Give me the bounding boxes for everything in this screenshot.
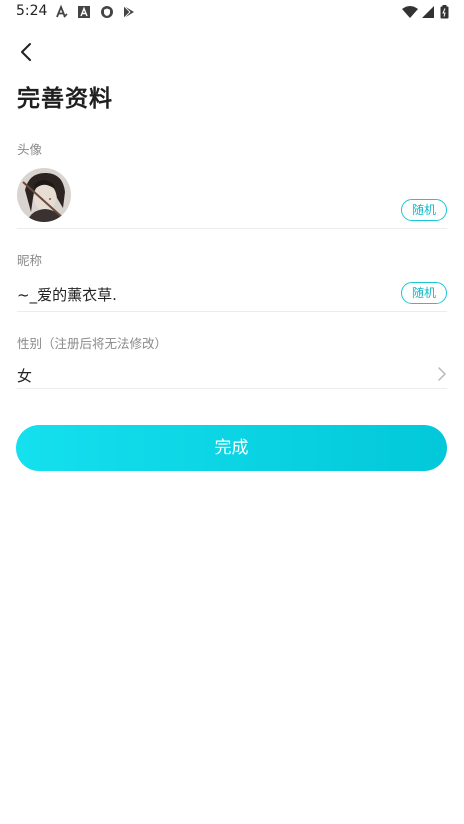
random-avatar-button[interactable]: 随机 (401, 199, 447, 221)
avatar-label: 头像 (17, 142, 43, 157)
avatar-image (17, 168, 71, 222)
divider (17, 228, 447, 229)
gender-value[interactable]: 女 (17, 365, 32, 386)
a-box-icon (78, 6, 90, 18)
wifi-icon (402, 6, 418, 18)
divider (17, 388, 447, 389)
shield-icon (101, 6, 113, 18)
play-store-icon (123, 5, 134, 19)
submit-button[interactable]: 完成 (16, 425, 447, 471)
random-nickname-button[interactable]: 随机 (401, 282, 447, 304)
divider (17, 311, 447, 312)
nickname-label: 昵称 (17, 253, 43, 268)
nickname-field[interactable]: ~_爱的薰衣草. (17, 284, 117, 305)
status-time: 5:24 (16, 3, 48, 19)
page-title: 完善资料 (17, 86, 113, 112)
back-button[interactable] (14, 40, 38, 64)
battery-icon (440, 5, 449, 19)
status-bar: 5:24 (0, 0, 464, 24)
chevron-left-icon (21, 43, 31, 61)
avatar[interactable] (17, 168, 71, 222)
a-font-icon (56, 5, 68, 18)
chevron-right-icon[interactable] (437, 366, 447, 382)
gender-label: 性别（注册后将无法修改） (17, 336, 168, 351)
signal-icon (422, 6, 434, 18)
